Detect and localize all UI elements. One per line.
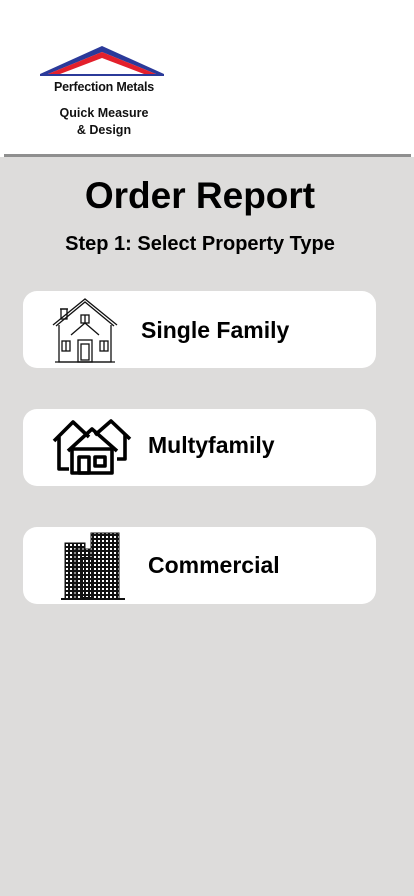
- brand-logo: Perfection Metals Quick Measure & Design: [36, 40, 172, 145]
- buildings-icon: [61, 532, 125, 600]
- houses-icon: [52, 419, 132, 475]
- roof-logo-icon: [40, 46, 164, 76]
- house-icon: [52, 298, 118, 363]
- option-label: Multyfamily: [148, 432, 275, 458]
- brand-tagline-line1: Quick Measure: [59, 106, 149, 120]
- option-label: Single Family: [141, 317, 290, 343]
- option-label: Commercial: [148, 552, 280, 578]
- brand-tagline: Quick Measure & Design: [36, 105, 172, 139]
- option-single-family-button[interactable]: Single Family: [23, 291, 376, 368]
- main-content: Order Report Step 1: Select Property Typ…: [0, 157, 414, 896]
- page-title: Order Report: [84, 175, 316, 216]
- brand-name: Perfection Metals: [53, 80, 155, 94]
- brand-tagline-line2: & Design: [76, 123, 132, 137]
- app-header: Perfection Metals Quick Measure & Design: [0, 0, 414, 155]
- option-commercial-button[interactable]: Commercial: [23, 527, 376, 604]
- option-multifamily-button[interactable]: Multyfamily: [23, 409, 376, 486]
- page-subtitle: Step 1: Select Property Type: [65, 233, 335, 255]
